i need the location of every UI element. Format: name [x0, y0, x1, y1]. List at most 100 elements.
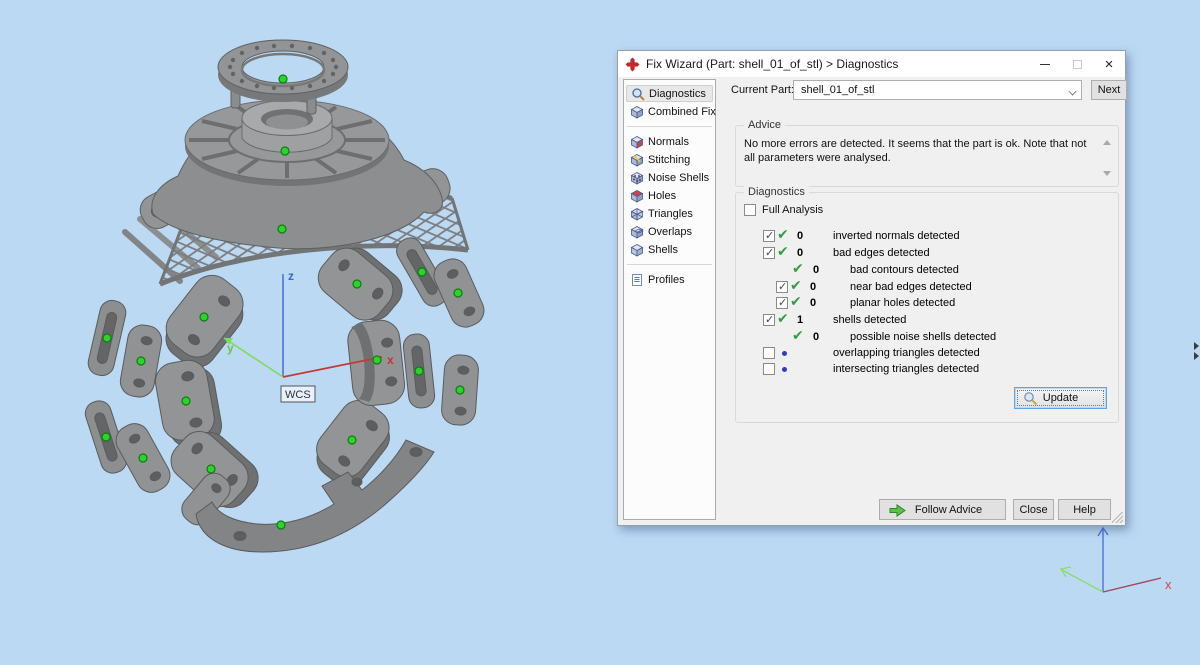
chevron-down-icon	[1069, 88, 1077, 96]
fix-wizard-cross-icon	[625, 57, 640, 72]
row-count: 0	[797, 247, 803, 259]
row-label: bad edges detected	[833, 247, 930, 259]
full-analysis-label: Full Analysis	[762, 204, 823, 216]
row-checkbox[interactable]	[776, 297, 788, 309]
sidebar-item-stitching[interactable]: Stitching	[626, 151, 713, 168]
scroll-down-icon[interactable]	[1103, 171, 1111, 176]
row-checkbox[interactable]	[763, 347, 775, 359]
sidebar-separator	[627, 126, 712, 127]
dialog-title: Fix Wizard (Part: shell_01_of_stl) > Dia…	[646, 57, 898, 71]
row-count: 0	[813, 264, 819, 276]
sidebar-separator	[627, 264, 712, 265]
ok-check-icon: ✔	[777, 310, 789, 327]
wcs-label: WCS	[285, 389, 311, 401]
application-window: z y x WCS x Fix Wizard (Part: shell_01_o…	[0, 0, 1200, 665]
row-checkbox[interactable]	[763, 247, 775, 259]
minimize-button[interactable]	[1029, 51, 1061, 77]
row-label: possible noise shells detected	[850, 331, 996, 343]
full-analysis-checkbox[interactable]	[744, 204, 756, 216]
update-label: Update	[1043, 392, 1078, 404]
scroll-up-icon[interactable]	[1103, 140, 1111, 145]
diagnostic-row: intersecting triangles detected	[736, 362, 1118, 378]
cube-holes-icon	[630, 189, 644, 203]
row-label: inverted normals detected	[833, 230, 960, 242]
row-checkbox[interactable]	[763, 314, 775, 326]
document-icon	[630, 273, 644, 287]
current-part-label: Current Part:	[731, 84, 794, 96]
row-checkbox[interactable]	[776, 281, 788, 293]
cube-triangles-icon	[630, 207, 644, 221]
ok-check-icon: ✔	[777, 226, 789, 243]
ok-check-icon: ✔	[792, 327, 804, 344]
wizard-sidebar: Diagnostics Combined Fix Normals Stitchi…	[623, 79, 716, 520]
update-button[interactable]: Update	[1014, 387, 1107, 409]
ok-check-icon: ✔	[777, 243, 789, 260]
row-checkbox[interactable]	[763, 230, 775, 242]
diagnostic-row: ✔ 0 planar holes detected	[736, 296, 1118, 312]
advice-text: No more errors are detected. It seems th…	[744, 137, 1096, 165]
current-part-value: shell_01_of_stl	[801, 84, 874, 96]
help-button[interactable]: Help	[1058, 499, 1111, 520]
diagnostic-row: ✔ 0 possible noise shells detected	[736, 330, 1118, 346]
triad-x-label: x	[1165, 577, 1172, 592]
close-dialog-button[interactable]: Close	[1013, 499, 1054, 520]
cube-stitching-icon	[630, 153, 644, 167]
next-button[interactable]: Next	[1091, 80, 1127, 100]
pending-dot-icon	[782, 367, 787, 372]
row-count: 0	[813, 331, 819, 343]
row-label: near bad edges detected	[850, 281, 972, 293]
current-part-combobox[interactable]: shell_01_of_stl	[793, 80, 1082, 100]
dialog-titlebar[interactable]: Fix Wizard (Part: shell_01_of_stl) > Dia…	[618, 51, 1125, 77]
sidebar-item-holes[interactable]: Holes	[626, 187, 713, 204]
row-checkbox[interactable]	[763, 363, 775, 375]
panel-edge-handle[interactable]	[1194, 342, 1199, 360]
magnifier-icon	[1023, 391, 1038, 406]
row-count: 1	[797, 314, 803, 326]
follow-advice-button[interactable]: Follow Advice	[879, 499, 1006, 520]
x-axis-label: x	[387, 353, 394, 367]
orientation-triad: x	[1061, 528, 1172, 592]
ok-check-icon: ✔	[790, 277, 802, 294]
sidebar-item-diagnostics[interactable]: Diagnostics	[626, 85, 713, 102]
resize-grip[interactable]	[1112, 512, 1123, 523]
diagnostics-groupbox: Diagnostics Full Analysis ✔ 0 inverted n…	[735, 192, 1119, 423]
row-count: 0	[797, 230, 803, 242]
row-label: bad contours detected	[850, 264, 959, 276]
ok-check-icon: ✔	[792, 260, 804, 277]
sidebar-item-combined-fix[interactable]: Combined Fix	[626, 103, 713, 120]
sidebar-item-shells[interactable]: Shells	[626, 241, 713, 258]
cube-noise-icon	[630, 171, 644, 185]
minimize-icon	[1040, 64, 1050, 65]
sidebar-item-overlaps[interactable]: Overlaps	[626, 223, 713, 240]
diagnostics-group-title: Diagnostics	[744, 186, 809, 199]
z-axis-label: z	[288, 269, 294, 283]
sidebar-item-triangles[interactable]: Triangles	[626, 205, 713, 222]
row-count: 0	[810, 281, 816, 293]
close-icon: ×	[1105, 57, 1114, 72]
ok-check-icon: ✔	[790, 293, 802, 310]
fix-wizard-dialog: Fix Wizard (Part: shell_01_of_stl) > Dia…	[617, 50, 1126, 526]
close-button[interactable]: ×	[1093, 51, 1125, 77]
cube-overlaps-icon	[630, 225, 644, 239]
cube-normals-icon	[630, 135, 644, 149]
y-axis-label: y	[227, 341, 234, 355]
row-label: overlapping triangles detected	[833, 347, 980, 359]
advice-groupbox: Advice No more errors are detected. It s…	[735, 125, 1119, 187]
diagnostic-row: overlapping triangles detected	[736, 346, 1118, 362]
advice-group-title: Advice	[744, 119, 785, 132]
green-arrow-icon	[889, 504, 906, 517]
row-label: intersecting triangles detected	[833, 363, 979, 375]
row-label: planar holes detected	[850, 297, 955, 309]
cube-icon	[630, 105, 644, 119]
diagnostic-row: ✔ 0 inverted normals detected	[736, 229, 1118, 245]
maximize-button[interactable]	[1061, 51, 1093, 77]
row-label: shells detected	[833, 314, 906, 326]
row-count: 0	[810, 297, 816, 309]
magnifier-icon	[631, 87, 645, 101]
sidebar-item-normals[interactable]: Normals	[626, 133, 713, 150]
cube-shells-icon	[630, 243, 644, 257]
pending-dot-icon	[782, 351, 787, 356]
sidebar-item-profiles[interactable]: Profiles	[626, 271, 713, 288]
sidebar-item-noise-shells[interactable]: Noise Shells	[626, 169, 713, 186]
maximize-icon	[1073, 60, 1082, 69]
